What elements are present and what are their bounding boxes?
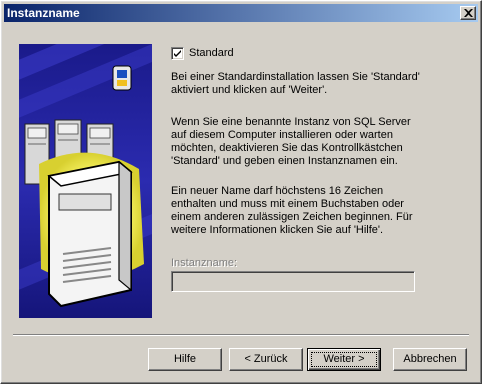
close-icon — [464, 9, 473, 17]
standard-checkbox-label[interactable]: Standard — [189, 47, 234, 59]
focus-rect — [311, 352, 377, 367]
separator — [13, 334, 469, 336]
setup-dialog: Instanzname Standard Bei einer Standardi… — [0, 0, 482, 384]
intro-text: Bei einer Standardinstallation lassen Si… — [171, 71, 420, 96]
help-button[interactable]: Hilfe — [148, 348, 222, 371]
window-title: Instanzname — [7, 6, 80, 20]
cancel-button[interactable]: Abbrechen — [393, 348, 467, 371]
close-button[interactable] — [460, 6, 476, 20]
server-illustration — [19, 44, 152, 318]
standard-checkbox[interactable] — [171, 47, 184, 60]
instance-name-input[interactable] — [171, 271, 415, 292]
next-button[interactable]: Weiter > — [307, 348, 381, 371]
named-instance-text: Wenn Sie eine benannte Instanz von SQL S… — [171, 116, 411, 167]
title-bar: Instanzname — [4, 4, 478, 22]
checkmark-icon — [174, 50, 181, 57]
instance-name-label: Instanzname: — [171, 257, 238, 269]
name-rules-text: Ein neuer Name darf höchstens 16 Zeichen… — [171, 185, 413, 236]
back-button[interactable]: < Zurück — [229, 348, 303, 371]
